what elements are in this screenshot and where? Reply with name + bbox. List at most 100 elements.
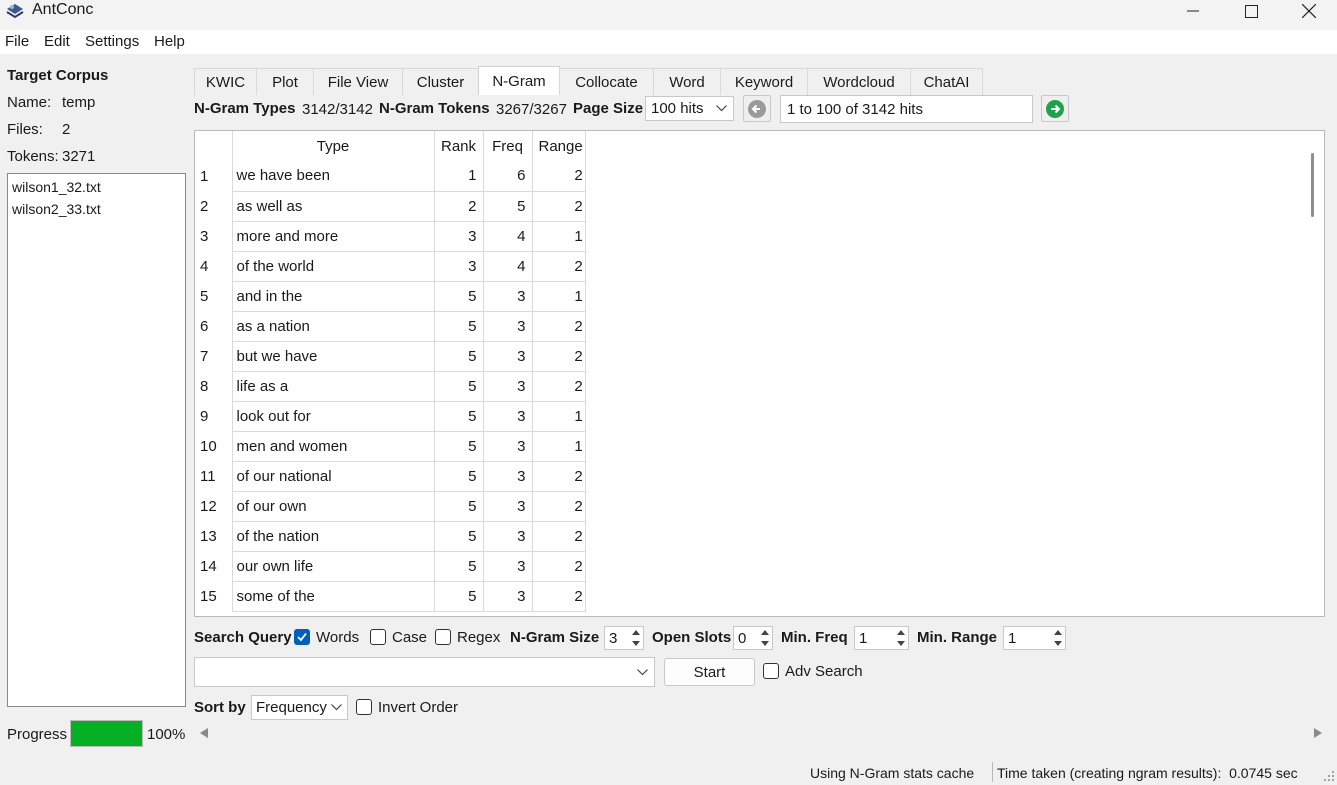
vertical-scrollbar-thumb[interactable] [1311, 153, 1314, 217]
spin-arrows-icon[interactable] [1053, 628, 1063, 648]
cell-rank: 5 [434, 401, 484, 432]
cell-type: of the nation [232, 521, 435, 552]
cell-range: 2 [532, 161, 586, 192]
words-label: Words [316, 629, 360, 646]
table-row[interactable]: 4 of the world 3 4 2 [195, 251, 586, 282]
row-number: 12 [195, 491, 233, 521]
spin-arrows-icon[interactable] [760, 628, 770, 648]
chevron-down-icon[interactable] [637, 669, 648, 676]
maximize-button[interactable] [1222, 0, 1280, 22]
horizontal-scrollbar[interactable] [194, 722, 1325, 744]
menu-edit[interactable]: Edit [44, 33, 70, 50]
invert-order-checkbox[interactable] [356, 699, 372, 715]
resize-grip-icon[interactable] [1323, 769, 1335, 783]
words-checkbox[interactable] [294, 629, 310, 645]
menu-file[interactable]: File [5, 33, 29, 50]
ngram-results-table: Type Rank Freq Range 1 we have been 1 6 2 2 as… [195, 131, 586, 612]
open-slots-spinbox[interactable]: 0 [733, 626, 773, 650]
tab-wordcloud[interactable]: Wordcloud [807, 68, 911, 95]
column-header-rank[interactable]: Rank [434, 131, 484, 161]
tab-plot[interactable]: Plot [256, 68, 314, 95]
sort-by-select[interactable]: Frequency [251, 695, 348, 720]
table-row[interactable]: 15 some of the 5 3 2 [195, 581, 586, 612]
adv-search-checkbox[interactable] [763, 663, 779, 679]
ngram-results-pane[interactable]: Type Rank Freq Range 1 we have been 1 6 2 2 as… [194, 130, 1325, 617]
adv-search-label: Adv Search [785, 663, 863, 680]
close-button[interactable] [1280, 0, 1337, 22]
column-header-type[interactable]: Type [232, 131, 435, 161]
column-header-range[interactable]: Range [532, 131, 586, 161]
table-row[interactable]: 13 of the nation 5 3 2 [195, 521, 586, 552]
table-row[interactable]: 6 as a nation 5 3 2 [195, 311, 586, 342]
regex-checkbox[interactable] [435, 629, 451, 645]
cell-freq: 3 [483, 521, 533, 552]
table-row[interactable]: 8 life as a532 [195, 371, 586, 402]
status-divider [992, 762, 993, 782]
cell-type: as well as [232, 191, 435, 222]
min-freq-spinbox[interactable]: 1 [854, 626, 909, 650]
ngram-types-label: N-Gram Types [194, 100, 296, 117]
tab-keyword[interactable]: Keyword [720, 68, 808, 95]
table-row[interactable]: 14 our own life 5 3 2 [195, 551, 586, 582]
search-query-input[interactable] [194, 657, 655, 687]
tab-n-gram[interactable]: N-Gram [478, 66, 560, 95]
corpus-file-list[interactable]: wilson1_32.txt wilson2_33.txt [7, 173, 186, 707]
table-row[interactable]: 7 but we have 5 3 2 [195, 341, 586, 372]
start-button[interactable]: Start [664, 658, 755, 686]
table-row[interactable]: 12 of our own 5 3 2 [195, 491, 586, 522]
scroll-right-icon[interactable] [1314, 728, 1322, 738]
minimize-icon [1187, 10, 1199, 12]
minimize-button[interactable] [1164, 0, 1222, 22]
tab-file-view[interactable]: File View [313, 68, 403, 95]
table-header-row: Type Rank Freq Range [195, 131, 586, 161]
page-size-select[interactable]: 100 hits [645, 96, 734, 121]
table-row[interactable]: 1 we have been 1 6 2 [195, 161, 586, 192]
spin-arrows-icon[interactable] [896, 628, 906, 648]
regex-label: Regex [457, 629, 501, 646]
tab-cluster[interactable]: Cluster [402, 68, 479, 95]
table-row[interactable]: 2 as well as 2 5 2 [195, 191, 586, 222]
cell-range: 2 [532, 251, 586, 282]
cell-type: and in the [232, 281, 435, 312]
cell-type: some of the [232, 581, 435, 612]
cell-freq: 3 [483, 401, 533, 432]
cell-freq: 3 [483, 311, 533, 342]
page-size-value: 100 hits [651, 100, 704, 117]
cell-freq: 3 [483, 341, 533, 372]
file-list-item[interactable]: wilson2_33.txt [12, 201, 101, 217]
ngram-size-spinbox[interactable]: 3 [604, 626, 644, 650]
cell-range: 2 [532, 491, 586, 522]
menu-help[interactable]: Help [154, 33, 185, 50]
table-row[interactable]: 11 of our national 5 3 2 [195, 461, 586, 492]
spin-arrows-icon[interactable] [631, 628, 641, 648]
scroll-left-icon[interactable] [200, 728, 208, 738]
next-page-button[interactable] [1041, 95, 1069, 122]
tab-collocate[interactable]: Collocate [559, 68, 654, 95]
previous-page-button[interactable] [743, 95, 771, 122]
table-row[interactable]: 3 more and more 3 4 1 [195, 221, 586, 252]
cell-rank: 5 [434, 341, 484, 372]
tokens-label: Tokens: [7, 148, 59, 165]
cell-range: 1 [532, 401, 586, 432]
cell-type: life as a [232, 371, 435, 402]
tab-word[interactable]: Word [653, 68, 721, 95]
tab-kwic[interactable]: KWIC [194, 68, 257, 95]
min-range-label: Min. Range [917, 629, 998, 646]
file-list-item[interactable]: wilson1_32.txt [12, 179, 101, 195]
row-number-header [195, 131, 233, 161]
table-row[interactable]: 9 look out for 5 3 1 [195, 401, 586, 432]
case-checkbox[interactable] [370, 629, 386, 645]
row-number: 1 [195, 161, 233, 191]
cell-range: 2 [532, 461, 586, 492]
tab-chatai[interactable]: ChatAI [910, 68, 983, 95]
table-row[interactable]: 10 men and women 5 3 1 [195, 431, 586, 462]
cell-rank: 5 [434, 581, 484, 612]
column-header-freq[interactable]: Freq [483, 131, 533, 161]
hits-range-field[interactable]: 1 to 100 of 3142 hits [780, 95, 1033, 123]
cell-type: men and women [232, 431, 435, 462]
min-range-spinbox[interactable]: 1 [1003, 626, 1066, 650]
min-freq-label: Min. Freq [781, 629, 848, 646]
menu-settings[interactable]: Settings [85, 33, 139, 50]
table-row[interactable]: 5 and in the 5 3 1 [195, 281, 586, 312]
ngram-types-value: 3142/3142 [302, 101, 373, 118]
